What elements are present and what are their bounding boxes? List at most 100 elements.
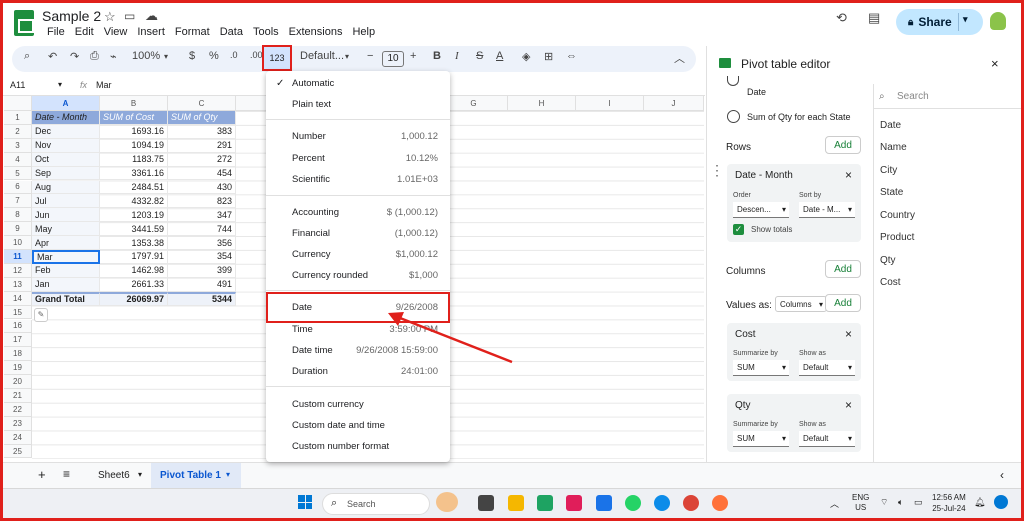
sheet-tab-pivot-table-1[interactable]: Pivot Table 1: [160, 470, 221, 481]
grand-total-cell[interactable]: 26069.97: [100, 291, 168, 306]
meet-icon[interactable]: [537, 495, 553, 511]
row-header[interactable]: 22: [4, 402, 32, 417]
sheet-tab-sheet6[interactable]: Sheet6: [98, 470, 130, 481]
row-header[interactable]: 7: [4, 194, 32, 209]
format-custom-date-time[interactable]: Custom date and time: [266, 415, 450, 435]
row-header[interactable]: 20: [4, 375, 32, 389]
field-item[interactable]: Country: [880, 210, 915, 221]
remove-value-icon[interactable]: ×: [845, 327, 852, 341]
share-button[interactable]: 🔒︎ Share ▾: [896, 9, 983, 35]
table-cell[interactable]: Mar: [32, 250, 100, 264]
field-search-input[interactable]: Search: [897, 91, 929, 102]
table-cell[interactable]: 2661.33: [100, 277, 168, 292]
column-header[interactable]: C: [168, 96, 236, 111]
share-dropdown-icon[interactable]: ▾: [963, 14, 968, 25]
row-header[interactable]: 25: [4, 444, 32, 459]
menu-view[interactable]: View: [99, 26, 133, 38]
star-icon[interactable]: ☆: [104, 9, 116, 25]
table-cell[interactable]: 354: [168, 250, 236, 264]
undo-icon[interactable]: ↶: [48, 50, 57, 63]
row-header[interactable]: 3: [4, 138, 32, 153]
table-cell[interactable]: Jan: [32, 277, 100, 292]
summarize-select[interactable]: SUM ▾: [733, 360, 789, 376]
table-cell[interactable]: 272: [168, 152, 236, 167]
whatsapp-icon[interactable]: [625, 495, 641, 511]
row-header[interactable]: 23: [4, 416, 32, 431]
show-totals-checkbox[interactable]: ✓: [733, 224, 744, 235]
table-cell[interactable]: 491: [168, 277, 236, 292]
column-header[interactable]: B: [100, 96, 168, 111]
paint-format-icon[interactable]: ⌁: [110, 50, 117, 63]
row-header[interactable]: 18: [4, 347, 32, 362]
format-automatic[interactable]: ✓ Automatic: [266, 73, 450, 93]
clock[interactable]: 12:56 AM 25-Jul-24: [932, 492, 966, 514]
table-cell[interactable]: Sep: [32, 166, 100, 181]
format-custom-currency[interactable]: Custom currency: [266, 394, 450, 414]
name-box-dropdown-icon[interactable]: ▾: [58, 80, 62, 89]
format-percent[interactable]: Percent 10.12%: [266, 148, 450, 168]
menu-edit[interactable]: Edit: [70, 26, 99, 38]
taskbar-search[interactable]: ⌕ Search: [322, 493, 430, 515]
wifi-icon[interactable]: ⌔: [880, 497, 888, 508]
table-cell[interactable]: 744: [168, 222, 236, 237]
resize-handle-icon[interactable]: ⋮: [710, 162, 724, 179]
format-scientific[interactable]: Scientific 1.01E+03: [266, 169, 450, 189]
radio-option-date[interactable]: Date: [747, 87, 766, 97]
font-size-decrease-icon[interactable]: −: [367, 50, 373, 62]
windows-start-icon[interactable]: [298, 495, 312, 509]
task-view-icon[interactable]: [478, 495, 494, 511]
fill-color-icon[interactable]: ◈: [522, 50, 530, 63]
redo-icon[interactable]: ↷: [70, 50, 79, 63]
firefox-icon[interactable]: [712, 495, 728, 511]
sheet-tab-dropdown-icon[interactable]: ▾: [138, 470, 142, 479]
avatar[interactable]: [990, 12, 1006, 30]
table-cell[interactable]: 1797.91: [100, 250, 168, 264]
store-icon[interactable]: [596, 495, 612, 511]
table-cell[interactable]: 3361.16: [100, 166, 168, 181]
bold-icon[interactable]: B: [433, 50, 441, 62]
columns-add-button[interactable]: Add: [825, 260, 861, 278]
battery-icon[interactable]: ▭: [914, 497, 923, 508]
all-sheets-icon[interactable]: ≡: [63, 467, 70, 481]
font-select[interactable]: Default...: [300, 50, 344, 62]
field-item[interactable]: Name: [880, 142, 907, 153]
document-title[interactable]: Sample 2: [42, 8, 101, 24]
table-cell[interactable]: 430: [168, 180, 236, 195]
format-accounting[interactable]: Accounting $ (1,000.12): [266, 202, 450, 222]
pivot-header-cell[interactable]: Date - Month: [32, 111, 100, 125]
table-cell[interactable]: 3441.59: [100, 222, 168, 237]
history-icon[interactable]: ⟲: [836, 10, 847, 26]
table-cell[interactable]: May: [32, 222, 100, 237]
row-header[interactable]: 17: [4, 333, 32, 348]
table-cell[interactable]: 2484.51: [100, 180, 168, 195]
table-cell[interactable]: Apr: [32, 236, 100, 250]
table-cell[interactable]: 291: [168, 138, 236, 153]
select-all-corner[interactable]: [4, 96, 32, 111]
table-cell[interactable]: 1183.75: [100, 152, 168, 167]
table-cell[interactable]: 1462.98: [100, 263, 168, 278]
decrease-decimal-button[interactable]: .0: [230, 50, 238, 60]
chrome-icon[interactable]: [683, 495, 699, 511]
merge-cells-icon[interactable]: ⇔: [566, 50, 577, 62]
row-header[interactable]: 12: [4, 263, 32, 278]
zoom-dropdown-icon[interactable]: ▾: [164, 52, 168, 61]
column-header[interactable]: J: [644, 96, 704, 111]
menu-file[interactable]: File: [42, 26, 70, 38]
column-header[interactable]: A: [32, 96, 100, 111]
table-cell[interactable]: 347: [168, 208, 236, 223]
row-header[interactable]: 5: [4, 166, 32, 181]
row-header[interactable]: 21: [4, 389, 32, 403]
strikethrough-icon[interactable]: S: [476, 50, 483, 62]
row-header[interactable]: 14: [4, 291, 32, 306]
row-header[interactable]: 11: [4, 250, 32, 264]
tray-overflow-icon[interactable]: ︿: [830, 497, 839, 510]
font-size-increase-icon[interactable]: +: [410, 50, 416, 62]
values-as-select[interactable]: Columns ▾: [775, 296, 827, 312]
collapse-toolbar-icon[interactable]: ︿: [674, 50, 685, 66]
menu-data[interactable]: Data: [215, 26, 248, 38]
show-as-select[interactable]: Default ▾: [799, 431, 855, 447]
row-header[interactable]: 19: [4, 361, 32, 376]
remove-row-icon[interactable]: ×: [845, 168, 852, 182]
menu-help[interactable]: Help: [347, 26, 380, 38]
table-cell[interactable]: 4332.82: [100, 194, 168, 209]
